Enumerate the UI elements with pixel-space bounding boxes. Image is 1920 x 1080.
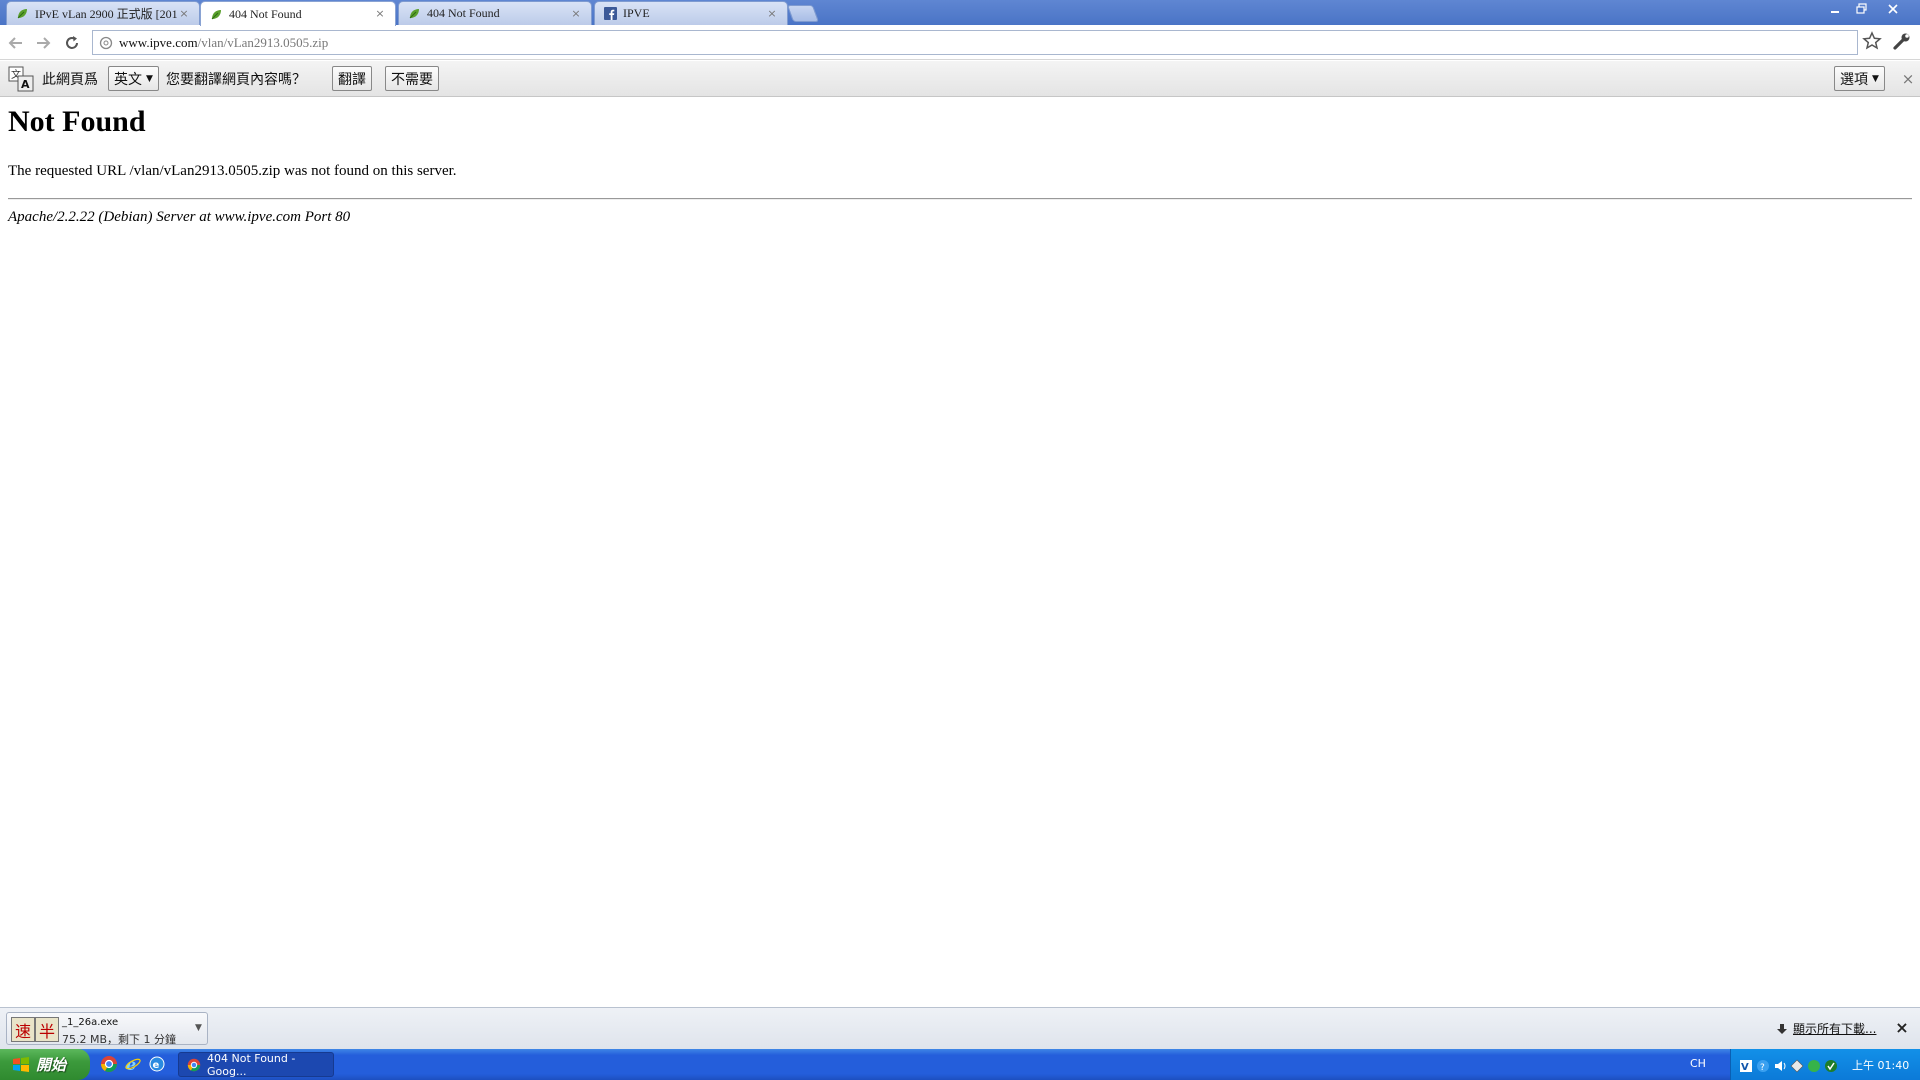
svg-text:e: e <box>153 1060 160 1071</box>
chrome-icon <box>187 1058 201 1071</box>
restore-icon[interactable] <box>1848 0 1874 17</box>
shelf-close-icon[interactable]: × <box>1892 1018 1912 1038</box>
translate-question: 您要翻譯網頁內容嗎？ <box>166 72 306 88</box>
tab-close-icon[interactable]: × <box>569 7 583 21</box>
source-language-dropdown[interactable]: 英文 ▼ <box>108 66 159 91</box>
page-info-icon[interactable] <box>99 36 113 50</box>
tab-404-active[interactable]: 404 Not Found × <box>200 1 396 26</box>
tab-strip: IPvE vLan 2900 正式版 [201 × 404 Not Found … <box>0 0 1920 26</box>
help-icon[interactable]: ? <box>1756 1058 1770 1073</box>
page-content: Not Found The requested URL /vlan/vLan29… <box>0 97 1920 1007</box>
ipve-leaf-icon <box>15 7 29 21</box>
window-close-icon[interactable] <box>1880 0 1906 17</box>
system-clock[interactable]: 上午 01:40 <box>1852 1057 1909 1073</box>
tab-title: IPVE <box>623 6 650 20</box>
ipve-leaf-icon <box>407 7 421 21</box>
svg-text:A: A <box>21 78 30 91</box>
taskbar-item-label: 404 Not Found - Goog... <box>207 1051 296 1078</box>
start-button[interactable]: 開始 <box>0 1049 90 1080</box>
download-item[interactable]: 速 半 _1_26a.exe 75.2 MB，剩下 1 分鐘 ▼ <box>6 1012 208 1046</box>
update-icon[interactable] <box>1824 1058 1838 1072</box>
internet-explorer-icon[interactable]: e <box>124 1055 142 1074</box>
tab-close-icon[interactable]: × <box>765 7 779 21</box>
url-path: /vlan/vLan2913.0505.zip <box>197 34 329 50</box>
translate-prefix: 此網頁爲 <box>42 72 98 88</box>
page-title: Not Found <box>8 105 146 138</box>
translate-infobar: 文 A 此網頁爲 英文 ▼ 您要翻譯網頁內容嗎？ 翻譯 不需要 選項 ▼ × <box>0 61 1920 97</box>
ipve-leaf-icon <box>209 7 223 21</box>
download-shelf: 速 半 _1_26a.exe 75.2 MB，剩下 1 分鐘 ▼ 顯示所有下載.… <box>0 1007 1920 1049</box>
new-tab-button[interactable] <box>786 5 820 22</box>
volume-icon[interactable] <box>1773 1058 1787 1072</box>
bookmark-star-icon[interactable] <box>1862 31 1882 51</box>
options-dropdown[interactable]: 選項 ▼ <box>1834 66 1885 91</box>
ime-toolbar[interactable]: 速 半 <box>11 1017 59 1042</box>
divider <box>8 198 1912 200</box>
tab-ipve-facebook[interactable]: IPVE × <box>594 1 788 25</box>
browser-toolbar: www.ipve.com/vlan/vLan2913.0505.zip <box>0 25 1920 60</box>
start-label: 開始 <box>36 1056 67 1074</box>
show-all-downloads-link[interactable]: 顯示所有下載... <box>1776 1020 1876 1037</box>
url-host: www.ipve.com <box>119 34 198 50</box>
svg-text:V: V <box>1741 1062 1749 1073</box>
tab-404[interactable]: 404 Not Found × <box>398 1 592 25</box>
language-indicator[interactable]: CH <box>1690 1057 1706 1070</box>
tab-close-icon[interactable]: × <box>373 7 387 21</box>
tab-title: 404 Not Found <box>427 6 500 20</box>
nope-button[interactable]: 不需要 <box>385 66 439 91</box>
wrench-menu-icon[interactable] <box>1892 31 1912 51</box>
download-status: 75.2 MB，剩下 1 分鐘 <box>62 1033 177 1046</box>
options-label: 選項 <box>1840 71 1868 88</box>
ime-half-width[interactable]: 半 <box>35 1017 59 1042</box>
quick-launch: e e <box>100 1055 166 1074</box>
reload-icon[interactable] <box>61 32 83 54</box>
translate-button[interactable]: 翻譯 <box>332 66 372 91</box>
translate-icon: 文 A <box>8 61 34 97</box>
chevron-down-icon: ▼ <box>146 73 153 84</box>
ime-quick-mode[interactable]: 速 <box>11 1017 35 1042</box>
tab-close-icon[interactable]: × <box>177 7 191 21</box>
svg-text:?: ? <box>1760 1063 1765 1073</box>
source-language-value: 英文 <box>114 71 142 88</box>
back-icon[interactable] <box>5 32 27 54</box>
network-icon[interactable] <box>1790 1058 1804 1072</box>
download-arrow-icon <box>1777 1023 1787 1034</box>
facebook-icon <box>603 7 617 21</box>
show-all-downloads-label: 顯示所有下載... <box>1793 1022 1877 1036</box>
forward-icon[interactable] <box>32 32 54 54</box>
security-icon[interactable] <box>1807 1058 1821 1072</box>
minimize-icon[interactable] <box>1822 0 1848 17</box>
download-menu-chevron-icon[interactable]: ▼ <box>195 1023 202 1033</box>
tab-title: IPvE vLan 2900 正式版 [201 <box>35 7 177 21</box>
infobar-close-icon[interactable]: × <box>1898 69 1918 89</box>
error-message: The requested URL /vlan/vLan2913.0505.zi… <box>8 163 457 179</box>
taskbar-item-chrome[interactable]: 404 Not Found - Goog... <box>178 1051 334 1078</box>
antivirus-icon[interactable]: V <box>1739 1058 1753 1073</box>
address-bar[interactable]: www.ipve.com/vlan/vLan2913.0505.zip <box>92 30 1858 55</box>
windows-logo-icon <box>13 1056 29 1072</box>
server-signature: Apache/2.2.22 (Debian) Server at www.ipv… <box>8 209 351 225</box>
tab-title: 404 Not Found <box>229 6 302 21</box>
show-desktop-icon[interactable]: e <box>148 1055 166 1073</box>
windows-taskbar: 開始 e e 404 Not Found - Goog... CH V ? 上午… <box>0 1049 1920 1080</box>
tab-ipve-vlan[interactable]: IPvE vLan 2900 正式版 [201 × <box>6 1 200 25</box>
download-filename: _1_26a.exe <box>62 1017 119 1028</box>
chevron-down-icon: ▼ <box>1872 73 1879 84</box>
chrome-icon[interactable] <box>100 1055 118 1073</box>
